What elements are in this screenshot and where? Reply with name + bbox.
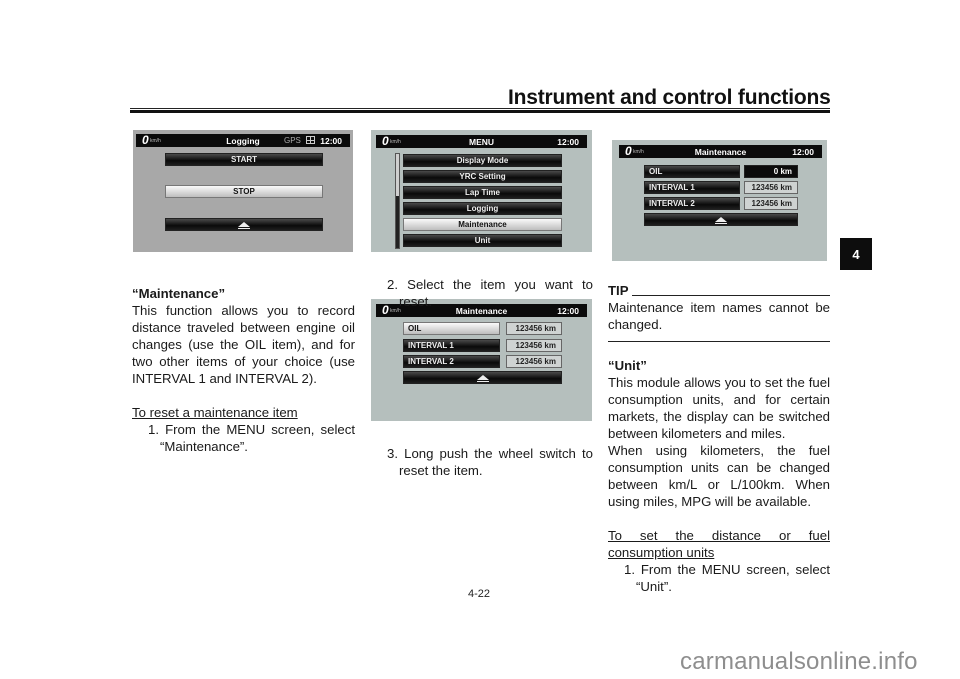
interval-2-value: 123456 km	[506, 355, 562, 368]
column-1: “Maintenance” This function allows you t…	[132, 285, 355, 455]
step-3: 3. Long push the wheel switch to reset t…	[387, 446, 593, 478]
unit-subheading: To set the distance or fuel consumption …	[608, 528, 830, 560]
status-bar: 0 km/h Maintenance 12:00	[619, 144, 822, 158]
menu-item-maintenance[interactable]: Maintenance	[403, 218, 562, 231]
header-rule-thick	[130, 110, 830, 113]
interval-1-item[interactable]: INTERVAL 1	[403, 339, 500, 352]
menu-item-display-mode[interactable]: Display Mode	[403, 154, 562, 167]
page-number: 4-22	[468, 588, 491, 600]
chapter-tab[interactable]: 4	[840, 238, 872, 270]
status-bar: 0 km/h Logging GPS 12:00	[136, 133, 350, 147]
oil-item[interactable]: OIL	[644, 165, 740, 178]
clock: 12:00	[792, 146, 814, 157]
interval-1-value: 123456 km	[506, 339, 562, 352]
column-2-step2: 2. Select the item you want to reset.	[371, 276, 593, 310]
back-button[interactable]	[165, 218, 323, 231]
interval-1-value: 123456 km	[744, 181, 798, 194]
oil-value: 123456 km	[506, 322, 562, 335]
menu-item-logging[interactable]: Logging	[403, 202, 562, 215]
unit-body-2: When using kilometers, the fuel consumpt…	[608, 443, 830, 509]
step-2: 2. Select the item you want to reset.	[387, 277, 593, 309]
unit-step-1: 1. From the MENU screen, select “Unit”.	[624, 562, 830, 594]
maintenance-reset-screen: 0 km/h Maintenance 12:00 OIL 0 km INTERV…	[612, 140, 827, 261]
interval-1-item[interactable]: INTERVAL 1	[644, 181, 740, 194]
unit-heading: “Unit”	[608, 358, 647, 373]
stop-button[interactable]: STOP	[165, 185, 323, 198]
gps-label: GPS	[284, 136, 301, 145]
menu-item-lap-time[interactable]: Lap Time	[403, 186, 562, 199]
eject-icon	[715, 217, 727, 224]
oil-value: 0 km	[744, 165, 798, 178]
start-button[interactable]: START	[165, 153, 323, 166]
back-button[interactable]	[403, 371, 562, 384]
interval-2-value: 123456 km	[744, 197, 798, 210]
scroll-thumb[interactable]	[396, 154, 399, 196]
clock: 12:00	[320, 135, 342, 146]
watermark[interactable]: carmanualsonline.info	[680, 648, 918, 676]
menu-item-yrc-setting[interactable]: YRC Setting	[403, 170, 562, 183]
menu-item-unit[interactable]: Unit	[403, 234, 562, 247]
column-2-step3: 3. Long push the wheel switch to reset t…	[371, 445, 593, 479]
eject-icon	[238, 222, 250, 229]
interval-2-item[interactable]: INTERVAL 2	[644, 197, 740, 210]
tip-label: TIP	[608, 283, 629, 298]
status-bar: 0 km/h MENU 12:00	[376, 134, 587, 148]
step-1: 1. From the MENU screen, select “Mainten…	[148, 422, 355, 454]
clock: 12:00	[557, 136, 579, 147]
tip-text: Maintenance item names cannot be changed…	[608, 300, 830, 332]
menu-scrollbar[interactable]	[395, 153, 400, 249]
logging-screen: 0 km/h Logging GPS 12:00 START STOP	[133, 130, 353, 252]
header-rule-thin	[130, 108, 830, 109]
tip-rule	[631, 295, 830, 296]
gps-signal-icon	[306, 136, 315, 144]
screen-title: Logging	[226, 135, 260, 146]
maintenance-select-screen: 0 km/h Maintenance 12:00 OIL 123456 km I…	[371, 299, 592, 421]
column-3: TIP Maintenance item names cannot be cha…	[608, 282, 830, 595]
maintenance-body: This function allows you to record dista…	[132, 303, 355, 386]
eject-icon	[476, 375, 489, 382]
interval-2-item[interactable]: INTERVAL 2	[403, 355, 500, 368]
tip-header: TIP	[608, 282, 830, 299]
menu-screen: 0 km/h MENU 12:00 Display Mode YRC Setti…	[371, 130, 592, 252]
reset-subheading: To reset a maintenance item	[132, 405, 298, 420]
screen-title: MENU	[468, 136, 495, 147]
section-title: Instrument and control functions	[508, 86, 831, 109]
oil-item[interactable]: OIL	[403, 322, 500, 335]
unit-body-1: This module allows you to set the fuel c…	[608, 375, 830, 441]
back-button[interactable]	[644, 213, 798, 226]
maintenance-heading: “Maintenance”	[132, 286, 226, 301]
